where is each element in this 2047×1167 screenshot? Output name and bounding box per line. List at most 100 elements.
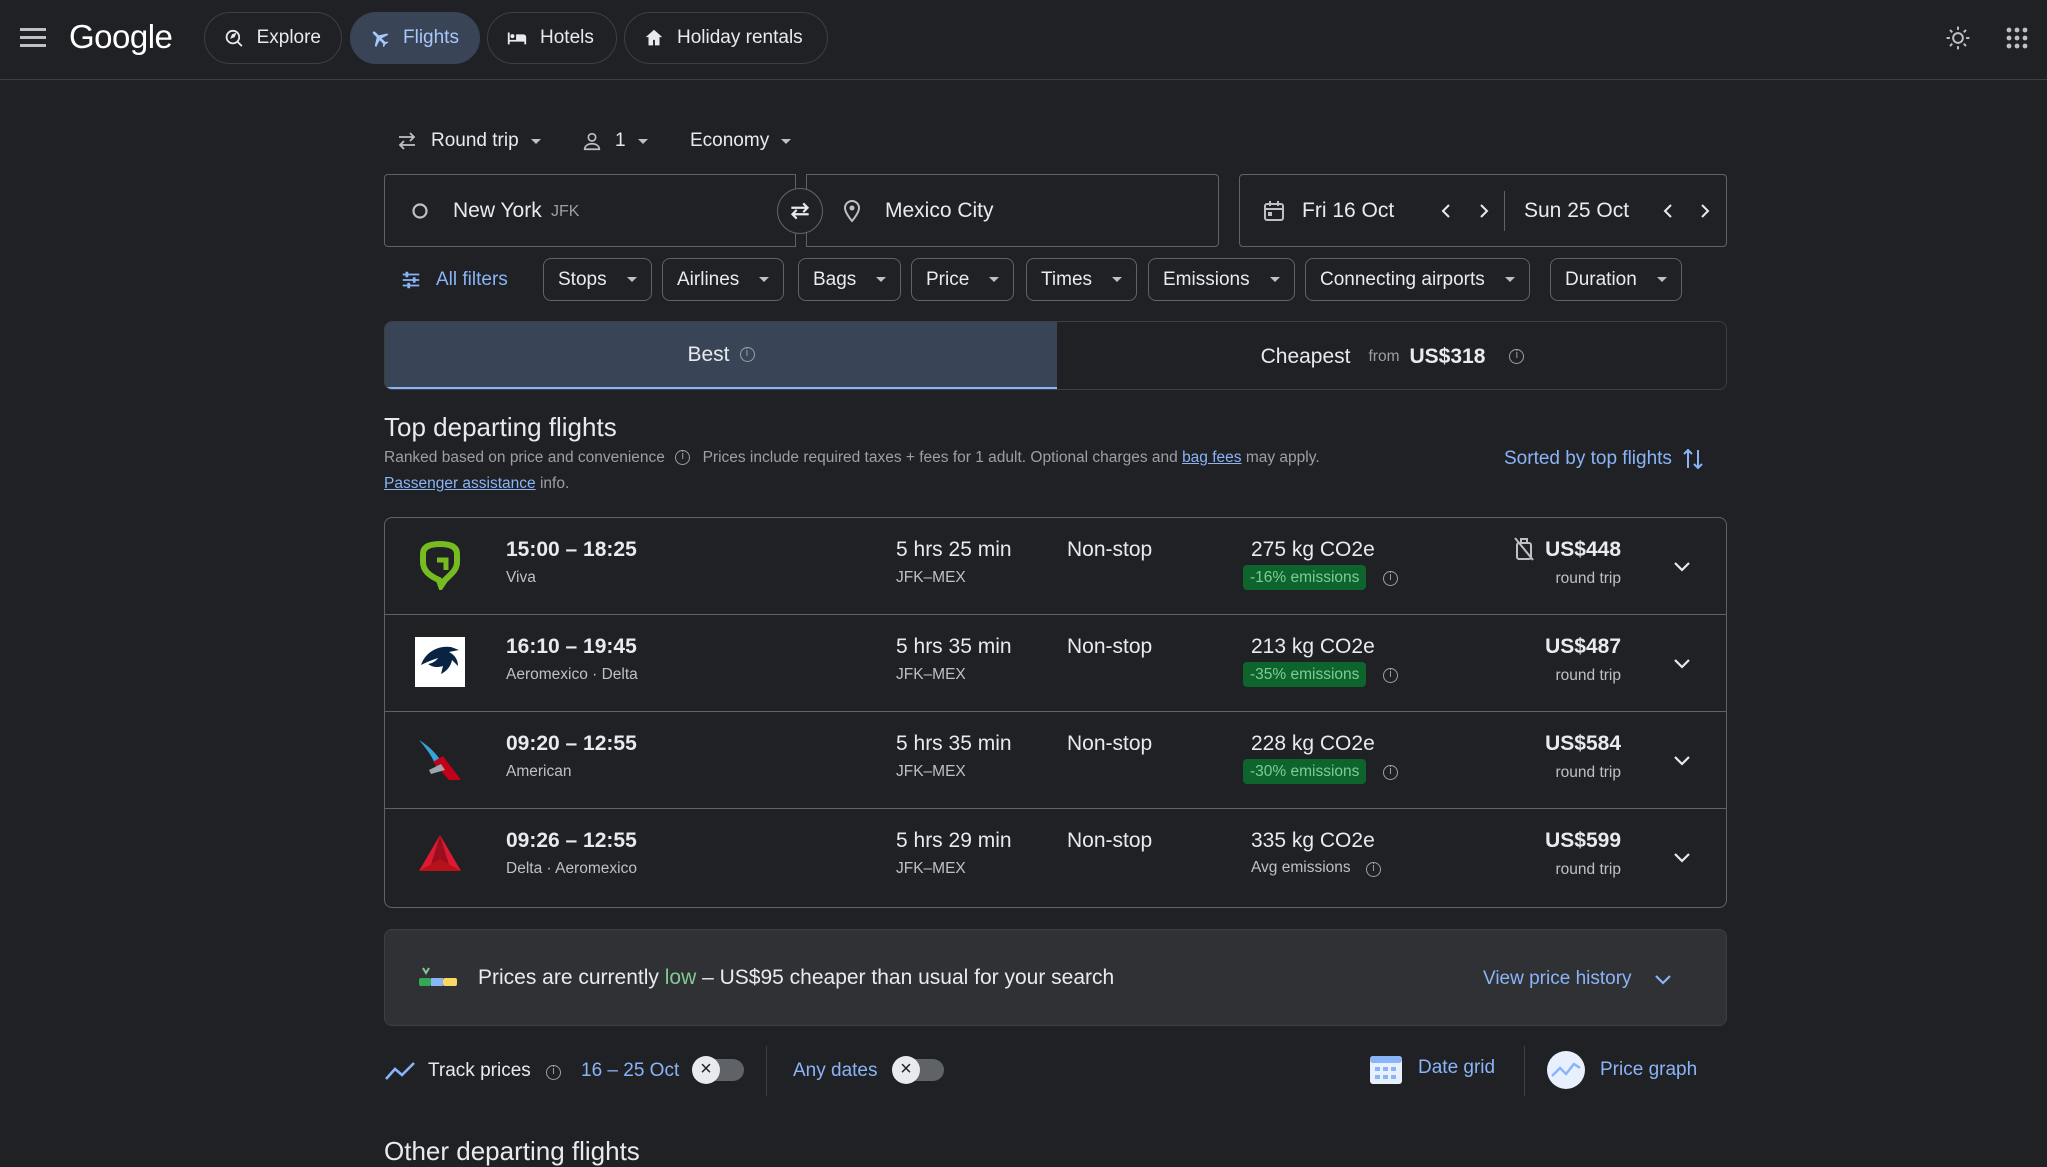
flight-stops: Non-stop [1067,829,1153,852]
filter-label: Duration [1565,268,1637,290]
flight-price: US$448 [1545,538,1621,561]
info-icon[interactable] [1509,349,1525,364]
date-grid-button[interactable]: Date grid [1368,1050,1495,1086]
info-icon[interactable] [1383,668,1398,684]
info-icon[interactable] [739,347,755,362]
bag-fees-link[interactable]: bag fees [1182,449,1241,466]
cabin-select[interactable]: Economy [690,124,792,158]
chevron-down-icon [637,138,648,144]
flight-airline: Aeromexico · Delta [506,666,638,683]
filter-times[interactable]: Times [1026,258,1138,301]
flight-stops: Non-stop [1067,732,1153,755]
swap-button[interactable] [777,188,823,234]
info-icon[interactable] [1383,571,1398,587]
filter-price[interactable]: Price [911,258,1015,301]
filter-emissions[interactable]: Emissions [1148,258,1295,301]
track-prices-label: Track prices [428,1060,531,1081]
expand-chevron-icon[interactable] [1671,555,1693,577]
all-filters-button[interactable]: All filters [400,258,508,301]
aeromexico-logo-icon [415,637,465,687]
destination-field[interactable]: Mexico City [806,174,1219,247]
flight-times: 09:26 – 12:55 [506,829,637,852]
google-logo[interactable]: Google [69,18,173,56]
origin-code: JFK [551,203,580,220]
track-dates-toggle[interactable]: × [692,1056,744,1084]
emissions-badge: -35% emissions [1243,662,1367,687]
flight-duration: 5 hrs 25 min [896,538,1012,561]
passengers-value: 1 [615,130,626,151]
sort-label: Sorted by top flights [1504,448,1672,469]
passengers-select[interactable]: 1 [581,124,648,158]
date-field[interactable]: Fri 16 Oct Sun 25 Oct [1239,174,1727,247]
caret-down-icon [1656,277,1667,282]
any-dates-toggle[interactable]: × [892,1056,944,1084]
flight-row[interactable]: 16:10 – 19:45 Aeromexico · Delta 5 hrs 3… [385,615,1726,712]
trend-line-icon [385,1062,415,1080]
emissions-badge: -16% emissions [1243,565,1367,590]
price-note: round trip [1555,764,1621,781]
chevron-right-icon[interactable] [1474,201,1494,221]
view-price-history-button[interactable]: View price history [1483,968,1674,990]
filter-airlines[interactable]: Airlines [662,258,785,301]
nav-hotels[interactable]: Hotels [487,12,617,64]
apps-grid-icon[interactable] [2005,26,2029,50]
info-icon[interactable] [1366,862,1381,878]
return-date[interactable]: Sun 25 Oct [1524,199,1629,223]
delta-logo-icon [419,835,461,871]
price-note: round trip [1555,861,1621,878]
divider [766,1046,767,1096]
tab-cheapest[interactable]: Cheapest from US$318 [1057,322,1726,389]
filter-connecting-airports[interactable]: Connecting airports [1305,258,1530,301]
info-icon[interactable] [546,1065,561,1081]
flight-stops: Non-stop [1067,538,1153,561]
chevron-left-icon[interactable] [1436,201,1456,221]
flight-row[interactable]: 09:20 – 12:55 American 5 hrs 35 min JFK–… [385,712,1726,809]
info-icon[interactable] [675,450,691,466]
nav-holiday-rentals[interactable]: Holiday rentals [624,12,828,64]
filter-label: Price [926,268,970,290]
track-dates[interactable]: 16 – 25 Oct [581,1060,679,1082]
menu-icon[interactable] [20,26,46,48]
origin-value: New York [453,199,542,222]
ranked-text: Ranked based on price and convenience [384,449,665,466]
expand-chevron-icon[interactable] [1671,846,1693,868]
trip-type-value: Round trip [431,130,519,151]
nav-explore[interactable]: Explore [204,12,342,64]
expand-chevron-icon[interactable] [1671,652,1693,674]
theme-icon[interactable] [1945,25,1971,51]
insight-level: low [664,966,697,989]
divider [1524,1046,1525,1096]
flight-row[interactable]: 09:26 – 12:55 Delta · Aeromexico 5 hrs 2… [385,809,1726,906]
expand-chevron-icon[interactable] [1671,749,1693,771]
person-icon [583,132,601,151]
tab-cheapest-price: US$318 [1409,344,1486,368]
info-icon[interactable] [1383,765,1398,781]
chevron-left-icon[interactable] [1658,201,1678,221]
price-note: round trip [1555,667,1621,684]
date-grid-icon [1370,1056,1402,1084]
origin-field[interactable]: New York JFK [384,174,796,247]
price-graph-icon [1547,1051,1585,1089]
caret-down-icon [876,277,887,282]
filter-stops[interactable]: Stops [543,258,652,301]
chevron-down-icon [1654,975,1671,985]
swap-icon [790,202,810,220]
trip-type-select[interactable]: Round trip [395,124,541,158]
filter-bags[interactable]: Bags [798,258,902,301]
flight-row[interactable]: 15:00 – 18:25 Viva 5 hrs 25 min JFK–MEX … [385,518,1726,615]
filter-sliders-icon [402,271,420,288]
flight-times: 16:10 – 19:45 [506,635,637,658]
flight-price: US$584 [1545,732,1621,755]
filter-duration[interactable]: Duration [1550,258,1682,301]
sort-button[interactable]: Sorted by top flights [1504,446,1704,472]
price-graph-button[interactable]: Price graph [1546,1050,1697,1090]
no-carry-on-bag-icon [1514,537,1534,561]
date-divider [1504,191,1505,231]
tab-best[interactable]: Best [385,322,1057,389]
tab-cheapest-label: Cheapest [1260,344,1351,368]
chevron-right-icon[interactable] [1695,201,1715,221]
depart-date[interactable]: Fri 16 Oct [1302,199,1394,223]
passenger-assistance-link[interactable]: Passenger assistance [384,475,536,492]
nav-flights[interactable]: Flights [350,12,480,64]
american-logo-icon [419,740,461,780]
